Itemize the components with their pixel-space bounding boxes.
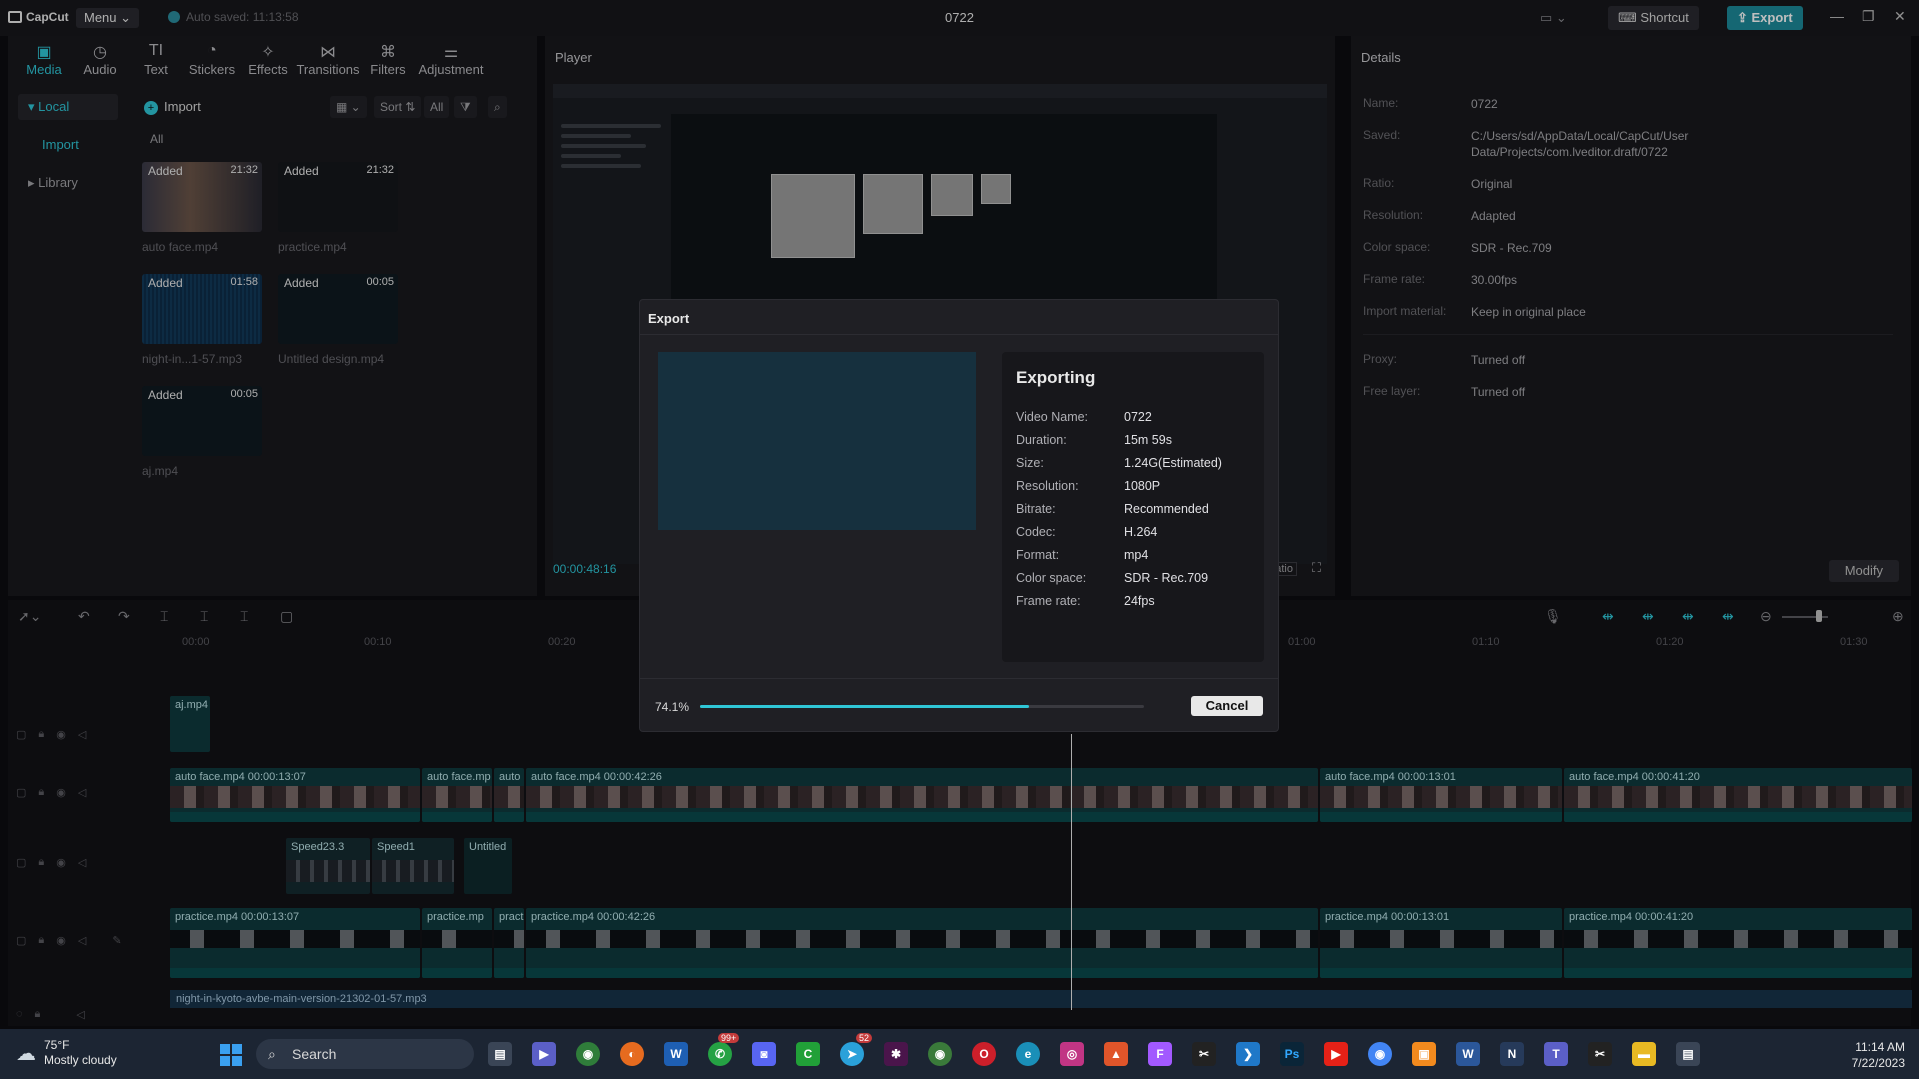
- clock-time: 11:14 AM: [1855, 1040, 1905, 1054]
- info-key: Video Name:: [1016, 410, 1089, 424]
- clock-date: 7/22/2023: [1851, 1056, 1905, 1070]
- info-key: Frame rate:: [1016, 594, 1081, 608]
- file-explorer-icon[interactable]: ▬: [1632, 1042, 1656, 1066]
- info-key: Bitrate:: [1016, 502, 1056, 516]
- app-icon[interactable]: N: [1500, 1042, 1524, 1066]
- chrome-icon[interactable]: ◉: [928, 1042, 952, 1066]
- telegram-icon[interactable]: ➤: [840, 1042, 864, 1066]
- info-value: SDR - Rec.709: [1124, 571, 1209, 585]
- divider: [640, 334, 1278, 335]
- windows-start-icon[interactable]: [220, 1044, 242, 1066]
- teams-icon[interactable]: T: [1544, 1042, 1568, 1066]
- app-icon[interactable]: C: [796, 1042, 820, 1066]
- info-key: Color space:: [1016, 571, 1087, 585]
- instagram-icon[interactable]: ◎: [1060, 1042, 1084, 1066]
- progress-fill: [700, 705, 1029, 708]
- weather-text: Mostly cloudy: [44, 1053, 117, 1067]
- export-dialog: Export Exporting Video Name: 0722 Duratio…: [639, 299, 1279, 732]
- windows-taskbar: ☁ 75°F Mostly cloudy ⌕ Search ▤ ▶ ◉ ◐ W ✆ …: [0, 1029, 1919, 1079]
- app-icon[interactable]: ▤: [1676, 1042, 1700, 1066]
- photoshop-icon[interactable]: Ps: [1280, 1042, 1304, 1066]
- weather-widget[interactable]: ☁ 75°F Mostly cloudy: [16, 1038, 117, 1068]
- cloud-icon: ☁: [16, 1042, 36, 1065]
- info-value: H.264: [1124, 525, 1158, 539]
- progress-percent: 74.1%: [655, 700, 690, 714]
- youtube-icon[interactable]: ▶: [1324, 1042, 1348, 1066]
- dialog-title: Export: [648, 311, 690, 326]
- notification-badge: 99+: [718, 1033, 740, 1043]
- figma-icon[interactable]: F: [1148, 1042, 1172, 1066]
- system-clock[interactable]: 11:14 AM 7/22/2023: [1852, 1039, 1905, 1071]
- firefox-icon[interactable]: ◐: [620, 1042, 644, 1066]
- chrome-icon[interactable]: ◉: [1368, 1042, 1392, 1066]
- whatsapp-icon[interactable]: ✆: [708, 1042, 732, 1066]
- progress-bar: [700, 705, 1144, 708]
- exporting-heading: Exporting: [1016, 368, 1096, 387]
- word-icon[interactable]: W: [1456, 1042, 1480, 1066]
- search-icon: ⌕: [268, 1046, 276, 1062]
- cancel-button[interactable]: Cancel: [1191, 696, 1263, 716]
- info-key: Duration:: [1016, 433, 1067, 447]
- info-key: Size:: [1016, 456, 1044, 470]
- info-value: 15m 59s: [1124, 433, 1172, 447]
- temperature: 75°F: [44, 1038, 70, 1052]
- info-value: 0722: [1124, 410, 1152, 424]
- notification-badge: 52: [856, 1033, 873, 1043]
- teams-chat-icon[interactable]: ▶: [532, 1042, 556, 1066]
- slack-icon[interactable]: ✱: [884, 1042, 908, 1066]
- app-icon[interactable]: ▣: [1412, 1042, 1436, 1066]
- info-value: mp4: [1124, 548, 1149, 562]
- info-key: Codec:: [1016, 525, 1056, 539]
- info-value: 1080P: [1124, 479, 1161, 493]
- opera-icon[interactable]: O: [972, 1042, 996, 1066]
- info-value: 1.24G(Estimated): [1124, 456, 1222, 470]
- export-preview: [658, 352, 976, 530]
- divider: [640, 678, 1278, 679]
- vscode-icon[interactable]: ❯: [1236, 1042, 1260, 1066]
- info-value: Recommended: [1124, 502, 1209, 516]
- info-key: Resolution:: [1016, 479, 1079, 493]
- app-icon[interactable]: W: [664, 1042, 688, 1066]
- capcut-window: CapCut Menu ⌄ Auto saved: 11:13:58 0722 …: [0, 0, 1919, 1029]
- task-view-icon[interactable]: ▤: [488, 1042, 512, 1066]
- brave-icon[interactable]: ▲: [1104, 1042, 1128, 1066]
- taskbar-search[interactable]: ⌕ Search: [256, 1039, 474, 1069]
- info-key: Format:: [1016, 548, 1060, 562]
- chrome-icon[interactable]: ◉: [576, 1042, 600, 1066]
- edge-icon[interactable]: e: [1016, 1042, 1040, 1066]
- search-label: Search: [292, 1046, 337, 1062]
- discord-icon[interactable]: ◙: [752, 1042, 776, 1066]
- info-value: 24fps: [1124, 594, 1155, 608]
- capcut-icon[interactable]: ✂: [1192, 1042, 1216, 1066]
- export-info-card: Exporting Video Name: 0722 Duration: 15m 5…: [1002, 352, 1264, 662]
- capcut-icon[interactable]: ✂: [1588, 1042, 1612, 1066]
